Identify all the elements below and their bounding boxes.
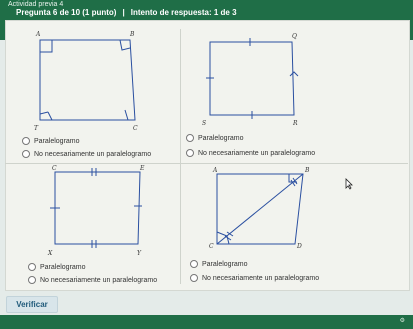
option-2-paralelogramo[interactable]: Paralelogramo bbox=[186, 134, 244, 142]
option-label: Paralelogramo bbox=[34, 137, 80, 145]
horizontal-divider bbox=[5, 163, 408, 164]
option-label: No necesariamente un paralelogramo bbox=[202, 274, 320, 282]
figure-3-vertex-x: X bbox=[47, 250, 53, 257]
radio-button[interactable] bbox=[28, 276, 36, 284]
figure-2-vertex-q: Q bbox=[292, 33, 297, 40]
figure-2-vertex-r: R bbox=[292, 120, 298, 127]
radio-button[interactable] bbox=[190, 260, 198, 268]
attempt-counter: Intento de respuesta: 1 de 3 bbox=[130, 8, 237, 17]
figure-4-vertex-b: B bbox=[304, 167, 310, 174]
footer-bar: ⚙ bbox=[0, 315, 413, 329]
option-label: Paralelogramo bbox=[202, 260, 248, 268]
option-label: No necesariamente un paralelogramo bbox=[198, 149, 316, 157]
verify-button[interactable]: Verificar bbox=[6, 296, 58, 313]
option-4-no-paralelogramo[interactable]: No necesariamente un paralelogramo bbox=[190, 274, 319, 282]
radio-button[interactable] bbox=[22, 137, 30, 145]
option-label: No necesariamente un paralelogramo bbox=[34, 150, 152, 158]
figure-1-vertex-a: A bbox=[35, 31, 41, 38]
figure-4-vertex-d: D bbox=[296, 243, 302, 250]
option-3-paralelogramo[interactable]: Paralelogramo bbox=[28, 263, 86, 271]
vertical-divider bbox=[180, 29, 181, 284]
separator: | bbox=[122, 8, 125, 17]
figure-2-vertex-s: S bbox=[202, 120, 206, 127]
option-3-no-paralelogramo[interactable]: No necesariamente un paralelogramo bbox=[28, 276, 157, 284]
question-number: Pregunta 6 de 10 (1 punto) bbox=[16, 8, 117, 17]
figure-3-quadrilateral: C E Y X bbox=[47, 165, 145, 257]
figure-3-vertex-c: C bbox=[52, 165, 57, 172]
figure-4-quadrilateral: A B C D bbox=[209, 167, 310, 250]
radio-button[interactable] bbox=[186, 149, 194, 157]
option-2-no-paralelogramo[interactable]: No necesariamente un paralelogramo bbox=[186, 149, 315, 157]
activity-title: Actividad previa 4 bbox=[8, 1, 64, 8]
figure-2-quadrilateral: Q R S bbox=[202, 33, 299, 127]
figure-1-vertex-b: B bbox=[129, 31, 135, 38]
radio-button[interactable] bbox=[28, 263, 36, 271]
figure-3-vertex-e: E bbox=[139, 165, 145, 172]
figure-4-vertex-a: A bbox=[212, 167, 218, 174]
mouse-pointer-icon bbox=[345, 178, 353, 190]
option-label: Paralelogramo bbox=[40, 263, 86, 271]
option-label: No necesariamente un paralelogramo bbox=[40, 276, 158, 284]
radio-button[interactable] bbox=[186, 134, 194, 142]
figure-1-quadrilateral: A B C T bbox=[34, 31, 138, 132]
question-info: Pregunta 6 de 10 (1 punto) | Intento de re… bbox=[16, 8, 237, 17]
option-label: Paralelogramo bbox=[198, 134, 244, 142]
option-4-paralelogramo[interactable]: Paralelogramo bbox=[190, 260, 248, 268]
figure-1-vertex-t: T bbox=[34, 125, 39, 132]
option-1-paralelogramo[interactable]: Paralelogramo bbox=[22, 137, 80, 145]
figure-1-vertex-c: C bbox=[133, 125, 138, 132]
option-1-no-paralelogramo[interactable]: No necesariamente un paralelogramo bbox=[22, 150, 151, 158]
gear-icon[interactable]: ⚙ bbox=[400, 317, 405, 324]
radio-button[interactable] bbox=[190, 274, 198, 282]
figure-3-vertex-y: Y bbox=[137, 250, 142, 257]
radio-button[interactable] bbox=[22, 150, 30, 158]
figure-4-vertex-c: C bbox=[209, 243, 214, 250]
